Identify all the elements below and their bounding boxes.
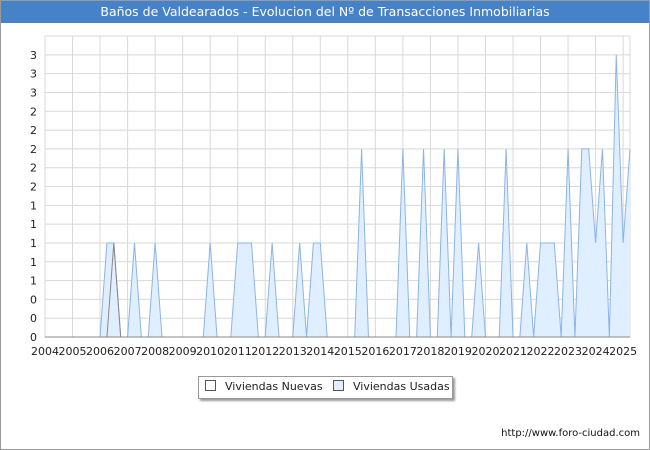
x-tick-label: 2015: [334, 345, 362, 358]
y-tick-label: 1: [30, 237, 37, 250]
x-tick-label: 2005: [59, 345, 87, 358]
legend-label-usadas: Viviendas Usadas: [353, 380, 450, 393]
legend-swatch-nuevas: [205, 380, 216, 391]
x-tick-label: 2016: [361, 345, 389, 358]
x-tick-label: 2014: [306, 345, 334, 358]
legend-swatch-usadas: [333, 380, 344, 391]
legend-item-nuevas: Viviendas Nuevas: [205, 380, 323, 393]
y-tick-label: 0: [30, 293, 37, 306]
x-tick-label: 2012: [251, 345, 279, 358]
y-tick-label: 2: [30, 105, 37, 118]
y-tick-label: 0: [30, 312, 37, 325]
x-tick-label: 2017: [389, 345, 417, 358]
x-tick-label: 2020: [471, 345, 499, 358]
x-tick-label: 2023: [554, 345, 582, 358]
y-tick-label: 1: [30, 275, 37, 288]
y-tick-label: 3: [30, 68, 37, 81]
x-tick-label: 2010: [196, 345, 224, 358]
x-tick-label: 2011: [224, 345, 252, 358]
x-tick-label: 2018: [416, 345, 444, 358]
legend-label-nuevas: Viviendas Nuevas: [225, 380, 323, 393]
y-tick-label: 3: [30, 49, 37, 62]
x-tick-label: 2024: [582, 345, 610, 358]
x-tick-label: 2007: [114, 345, 142, 358]
x-tick-label: 2006: [86, 345, 114, 358]
x-tick-label: 2013: [279, 345, 307, 358]
x-tick-label: 2004: [31, 345, 59, 358]
y-tick-label: 2: [30, 162, 37, 175]
y-tick-label: 1: [30, 256, 37, 269]
y-tick-label: 2: [30, 143, 37, 156]
y-tick-label: 1: [30, 199, 37, 212]
y-tick-label: 2: [30, 124, 37, 137]
y-tick-label: 3: [30, 86, 37, 99]
x-tick-label: 2021: [499, 345, 527, 358]
x-tick-label: 2025: [609, 345, 637, 358]
y-tick-label: 2: [30, 181, 37, 194]
source-link[interactable]: http://www.foro-ciudad.com: [501, 428, 640, 439]
x-tick-label: 2008: [141, 345, 169, 358]
y-tick-label: 1: [30, 218, 37, 231]
x-tick-label: 2009: [169, 345, 197, 358]
y-tick-label: 0: [30, 331, 37, 344]
legend: Viviendas Nuevas Viviendas Usadas: [198, 376, 453, 399]
x-tick-label: 2019: [444, 345, 472, 358]
x-tick-label: 2022: [527, 345, 555, 358]
legend-item-usadas: Viviendas Usadas: [333, 380, 450, 393]
